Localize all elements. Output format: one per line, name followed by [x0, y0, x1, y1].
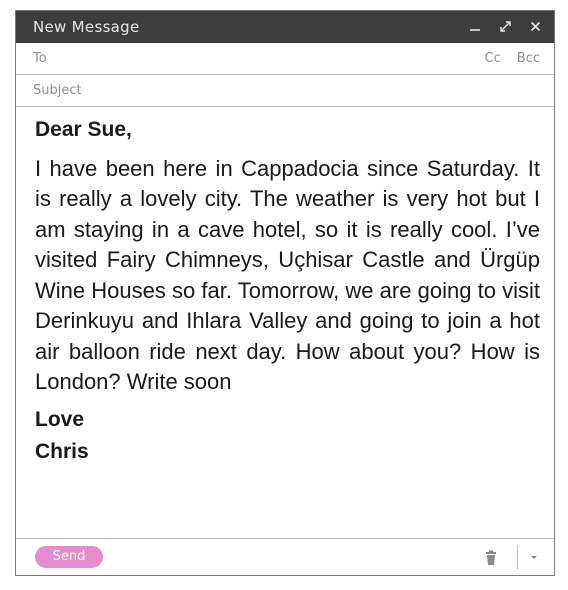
footer-divider — [517, 545, 518, 569]
message-paragraph: I have been here in Cappadocia since Sat… — [35, 155, 540, 395]
greeting: Dear Sue, — [35, 118, 132, 141]
subject-label: Subject — [33, 83, 82, 98]
signature: Chris — [35, 439, 89, 463]
expand-icon[interactable] — [496, 16, 514, 36]
bcc-link[interactable]: Bcc — [517, 51, 540, 66]
to-field[interactable]: To Cc Bcc — [16, 43, 554, 75]
close-icon[interactable] — [526, 16, 544, 36]
compose-footer: Send — [16, 538, 554, 575]
trash-icon[interactable] — [484, 550, 498, 566]
chevron-down-icon[interactable] — [526, 549, 542, 565]
closing: Love — [35, 407, 85, 431]
title-bar: New Message — [16, 11, 554, 43]
window-title: New Message — [33, 18, 140, 36]
subject-field[interactable]: Subject — [16, 75, 554, 107]
send-button[interactable]: Send — [35, 546, 103, 568]
compose-window: New Message To Cc Bcc Subject Dear Sue, … — [15, 10, 555, 576]
window-controls — [466, 16, 544, 36]
minimize-icon[interactable] — [466, 16, 484, 36]
message-body[interactable]: Dear Sue, I have been here in Cappadocia… — [35, 115, 540, 468]
cc-bcc-links: Cc Bcc — [485, 51, 540, 66]
cc-link[interactable]: Cc — [485, 51, 501, 66]
to-label: To — [33, 51, 47, 66]
